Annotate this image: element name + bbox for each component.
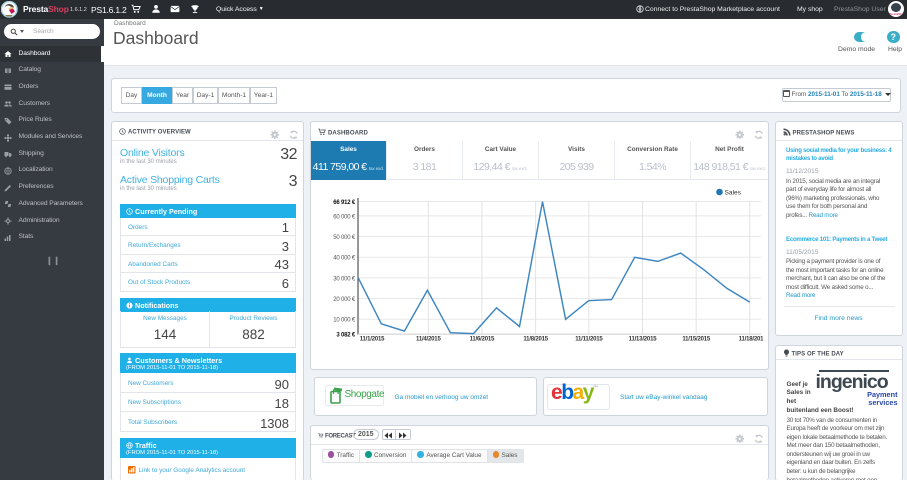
svg-text:20 000 €: 20 000 €	[333, 297, 356, 303]
svg-text:Sales: Sales	[725, 189, 742, 196]
svg-text:50 000 €: 50 000 €	[333, 235, 356, 241]
svg-text:11/4/2015: 11/4/2015	[416, 336, 441, 342]
svg-text:30 000 €: 30 000 €	[333, 276, 356, 282]
svg-text:11/15/2015: 11/15/2015	[682, 336, 711, 342]
svg-text:11/8/2015: 11/8/2015	[523, 336, 548, 342]
svg-text:3 082 €: 3 082 €	[336, 332, 355, 338]
svg-text:60 000 €: 60 000 €	[333, 214, 356, 220]
svg-text:11/11/2015: 11/11/2015	[575, 336, 603, 342]
svg-text:11/13/2015: 11/13/2015	[629, 336, 658, 342]
svg-text:40 000 €: 40 000 €	[333, 255, 356, 261]
svg-text:11/18/201: 11/18/201	[739, 336, 764, 342]
svg-text:10 000 €: 10 000 €	[333, 317, 356, 323]
svg-text:66 912 €: 66 912 €	[333, 200, 356, 206]
svg-text:11/6/2015: 11/6/2015	[470, 336, 495, 342]
svg-text:11/1/2015: 11/1/2015	[360, 336, 385, 342]
